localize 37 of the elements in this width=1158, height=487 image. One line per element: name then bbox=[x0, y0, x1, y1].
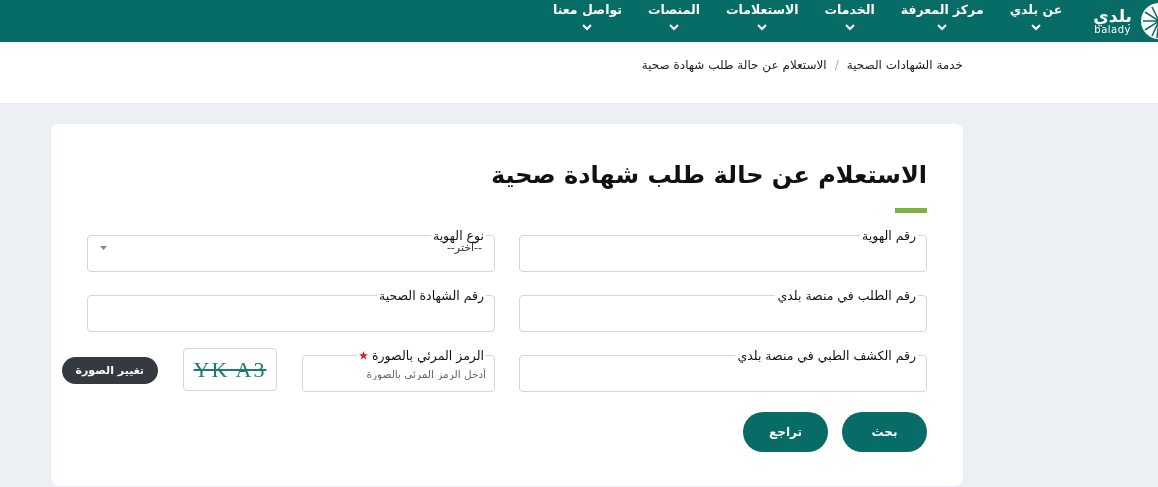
page-title: الاستعلام عن حالة طلب شهادة صحية bbox=[489, 160, 927, 191]
chevron-down-icon bbox=[1030, 24, 1041, 31]
chevron-down-icon bbox=[844, 24, 855, 31]
field-label: نوع الهوية bbox=[432, 228, 484, 243]
nav-menu-item[interactable]: عن بلدي bbox=[996, 0, 1076, 42]
nav-menu-item[interactable]: الاستعلامات bbox=[713, 0, 812, 42]
field-label: رقم الطلب في منصة بلدي bbox=[777, 288, 916, 303]
caret-down-icon bbox=[100, 245, 107, 250]
chevron-down-icon bbox=[757, 24, 768, 31]
field-label: رقم الشهادة الصحية bbox=[378, 288, 484, 303]
captcha-field[interactable]: الرمز المرئي بالصورة أدخل الرمز المرئي بالصورة bbox=[302, 348, 495, 392]
title-underline bbox=[895, 208, 927, 213]
input-field[interactable]: رقم الهوية bbox=[519, 228, 927, 272]
nav-menu-item[interactable]: تواصل معنا bbox=[540, 0, 635, 42]
nav-menu-item[interactable]: المنصات bbox=[635, 0, 714, 42]
captcha-image: YK A3 bbox=[183, 348, 277, 391]
field-label: رقم الهوية bbox=[862, 228, 916, 243]
logo-text: بلدي bbox=[1093, 7, 1132, 25]
input-field[interactable]: رقم الكشف الطبي في منصة بلدي bbox=[519, 348, 927, 392]
dropdown-field[interactable]: نوع الهوية --اختر-- bbox=[87, 228, 495, 272]
chevron-down-icon bbox=[582, 24, 593, 31]
field-label: الرمز المرئي بالصورة bbox=[372, 348, 484, 363]
breadcrumb-current: الاستعلام عن حالة طلب شهادة صحية bbox=[641, 58, 827, 72]
input-field[interactable]: رقم الطلب في منصة بلدي bbox=[519, 288, 927, 332]
input-field[interactable]: رقم الشهادة الصحية bbox=[87, 288, 495, 332]
search-button[interactable]: بحث bbox=[842, 412, 927, 452]
chevron-down-icon bbox=[937, 24, 948, 31]
change-image-button[interactable]: تغيير الصورة bbox=[61, 357, 158, 384]
logo-text: balady bbox=[1094, 24, 1131, 35]
captcha-input[interactable]: أدخل الرمز المرئي بالصورة bbox=[311, 363, 486, 385]
chevron-down-icon bbox=[669, 24, 679, 31]
back-button[interactable]: تراجع bbox=[743, 412, 828, 452]
nav-menu-item[interactable]: الخدمات bbox=[811, 0, 888, 42]
breadcrumb-separator: / bbox=[834, 58, 839, 72]
field-label: رقم الكشف الطبي في منصة بلدي bbox=[737, 348, 916, 363]
breadcrumb-link[interactable]: خدمة الشهادات الصحية bbox=[846, 58, 963, 72]
nav-menu-item[interactable]: مركز المعرفة bbox=[887, 0, 997, 42]
